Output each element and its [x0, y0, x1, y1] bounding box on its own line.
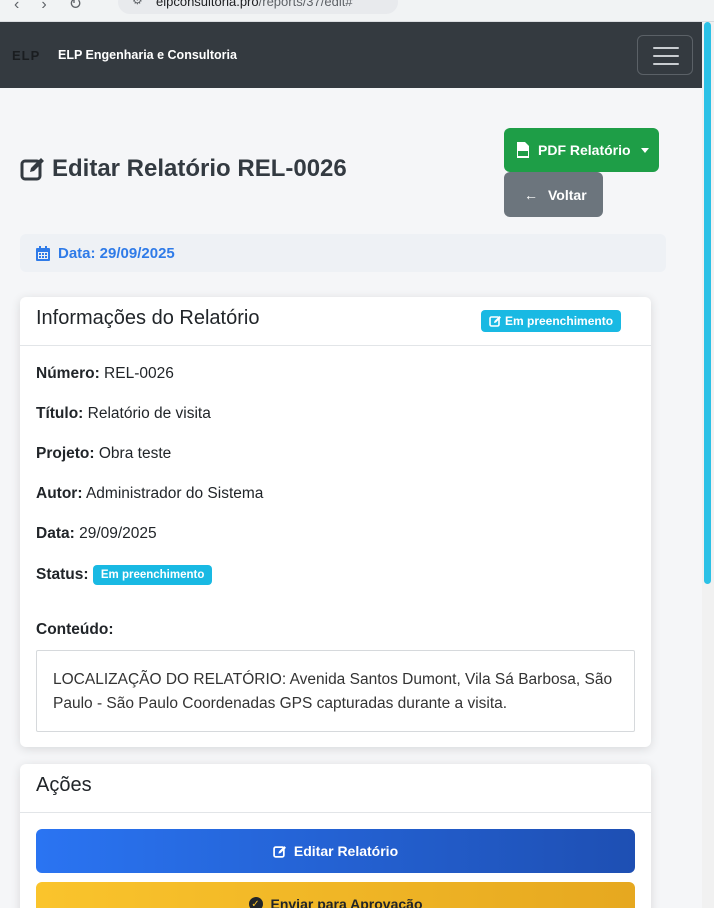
- scrollbar-thumb[interactable]: [704, 22, 711, 584]
- actions-title: Ações: [36, 774, 92, 796]
- field-label: Status:: [36, 566, 89, 584]
- edit-report-button[interactable]: Editar Relatório: [36, 829, 635, 873]
- field-project: Projeto: Obra teste: [36, 445, 171, 463]
- hamburger-line: [653, 47, 679, 49]
- field-label: Data:: [36, 525, 75, 542]
- page-title: Editar Relatório REL-0026: [20, 155, 347, 183]
- arrow-left-icon: ←: [524, 186, 538, 203]
- hamburger-line: [653, 55, 679, 57]
- field-author: Autor: Administrador do Sistema: [36, 485, 263, 503]
- address-bar[interactable]: ⚙ elpconsultoria.pro/reports/37/edit#: [118, 0, 398, 14]
- calendar-icon: [36, 245, 50, 261]
- report-info-title: Informações do Relatório: [36, 307, 260, 329]
- menu-toggle-button[interactable]: [637, 35, 693, 75]
- url-path: /reports/37/edit#: [258, 0, 353, 9]
- field-value: Administrador do Sistema: [85, 485, 264, 502]
- check-circle-icon: ✓: [248, 897, 263, 908]
- edit-report-label: Editar Relatório: [293, 843, 399, 859]
- field-value: Relatório de visita: [87, 405, 211, 422]
- status-badge-inline: Em preenchimento: [92, 565, 213, 585]
- back-button[interactable]: ← Voltar: [504, 172, 603, 217]
- report-date-text: Data: 29/09/2025: [58, 244, 175, 262]
- field-date: Data: 29/09/2025: [36, 525, 157, 543]
- status-badge-text: Em preenchimento: [505, 314, 614, 328]
- brand-name[interactable]: ELP Engenharia e Consultoria: [58, 48, 237, 62]
- pdf-report-dropdown-button[interactable]: PDF Relatório: [504, 128, 659, 172]
- field-value: 29/09/2025: [79, 525, 157, 542]
- send-for-approval-button[interactable]: ✓ Enviar para Aprovação: [36, 882, 635, 908]
- field-label: Projeto:: [36, 445, 95, 462]
- field-label: Número:: [36, 365, 100, 382]
- send-for-approval-label: Enviar para Aprovação: [270, 896, 423, 908]
- actions-card: Ações Editar Relatório ✓ Enviar para Apr…: [20, 764, 651, 908]
- browser-toolbar: ‹›↻ ⚙ elpconsultoria.pro/reports/37/edit…: [0, 0, 714, 22]
- pdf-file-icon: [517, 142, 529, 158]
- edit-icon: [273, 845, 286, 858]
- field-title: Título: Relatório de visita: [36, 405, 211, 423]
- hamburger-line: [653, 63, 679, 65]
- field-number: Número: REL-0026: [36, 365, 174, 383]
- report-info-card: Informações do Relatório Em preenchiment…: [20, 297, 651, 747]
- content-box: LOCALIZAÇÃO DO RELATÓRIO: Avenida Santos…: [36, 650, 635, 732]
- logo-text: ELP: [12, 48, 41, 63]
- url-domain: elpconsultoria.pro: [156, 0, 259, 9]
- brand-logo[interactable]: ELP: [12, 48, 40, 63]
- page-title-text: Editar Relatório REL-0026: [52, 155, 347, 182]
- pdf-button-label: PDF Relatório: [538, 142, 631, 158]
- field-label: Título:: [36, 405, 84, 422]
- edit-icon: [20, 158, 44, 181]
- site-info-icon[interactable]: ⚙: [132, 0, 143, 7]
- top-navbar: ELP ELP Engenharia e Consultoria: [0, 22, 702, 88]
- field-value: Obra teste: [98, 445, 172, 462]
- status-badge: Em preenchimento: [481, 310, 622, 332]
- actions-header: Ações: [20, 764, 651, 813]
- report-info-header: Informações do Relatório Em preenchiment…: [20, 297, 651, 346]
- field-value: REL-0026: [104, 365, 174, 382]
- edit-icon: [489, 316, 501, 327]
- browser-nav-icons[interactable]: ‹›↻: [14, 0, 104, 14]
- field-label: Autor:: [36, 485, 83, 502]
- content-label: Conteúdo:: [36, 621, 113, 639]
- back-button-label: Voltar: [548, 186, 587, 203]
- caret-down-icon: [640, 147, 649, 153]
- field-status: Status: Em preenchimento: [36, 565, 213, 585]
- report-date-banner: Data: 29/09/2025: [20, 234, 666, 272]
- content-label-text: Conteúdo:: [36, 621, 114, 638]
